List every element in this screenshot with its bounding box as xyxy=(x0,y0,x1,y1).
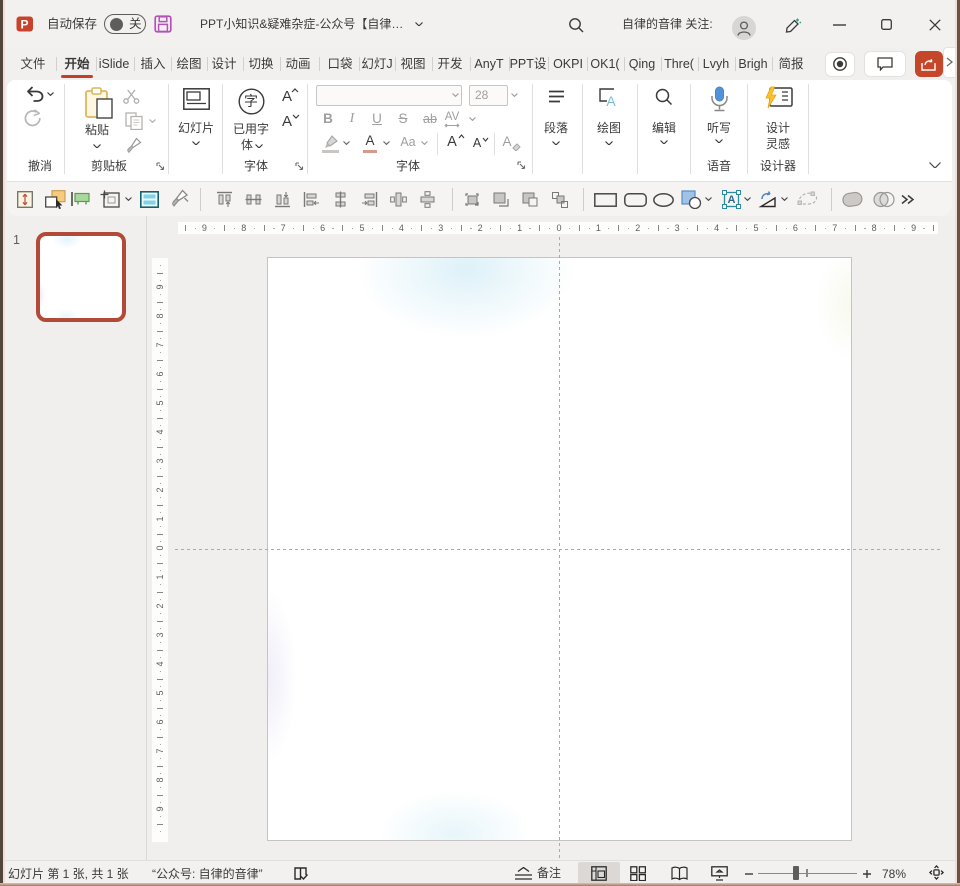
svg-text:P: P xyxy=(20,18,28,32)
